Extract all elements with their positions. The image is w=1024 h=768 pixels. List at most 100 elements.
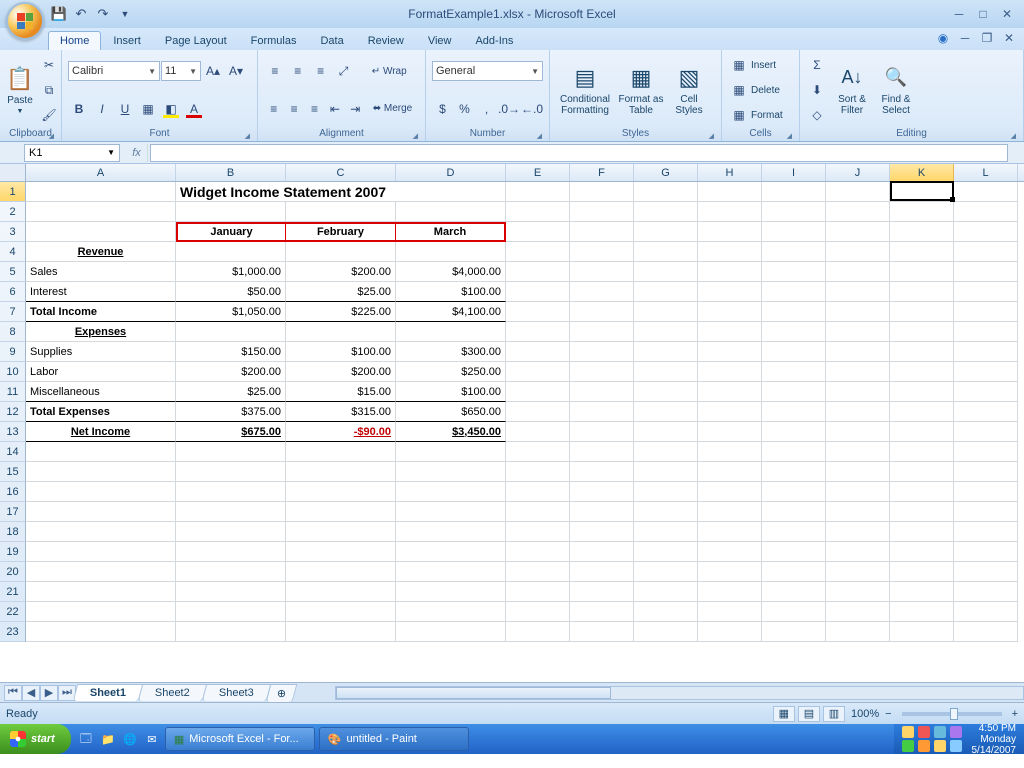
- cell[interactable]: [890, 282, 954, 302]
- view-normal-icon[interactable]: ▦: [773, 706, 795, 722]
- cell[interactable]: [570, 262, 634, 282]
- cell[interactable]: [762, 402, 826, 422]
- autosum-icon[interactable]: Σ: [806, 55, 828, 75]
- start-button[interactable]: start: [0, 724, 71, 754]
- col-header-E[interactable]: E: [506, 164, 570, 181]
- cell[interactable]: [890, 342, 954, 362]
- row-header-23[interactable]: 23: [0, 622, 26, 642]
- cell[interactable]: [954, 422, 1018, 442]
- cell[interactable]: [634, 342, 698, 362]
- cell-total-income-label[interactable]: Total Income: [26, 302, 176, 322]
- cell[interactable]: [890, 182, 954, 202]
- cell[interactable]: [570, 202, 634, 222]
- cell[interactable]: [506, 522, 570, 542]
- cell[interactable]: [954, 182, 1018, 202]
- cell[interactable]: [506, 362, 570, 382]
- taskbar-item-paint[interactable]: 🎨untitled - Paint: [319, 727, 469, 751]
- cell[interactable]: [826, 242, 890, 262]
- cell[interactable]: [26, 522, 176, 542]
- cell-sales-jan[interactable]: $1,000.00: [176, 262, 286, 282]
- cell[interactable]: [570, 582, 634, 602]
- zoom-slider[interactable]: [902, 712, 1002, 716]
- cell[interactable]: [570, 482, 634, 502]
- cell[interactable]: [698, 582, 762, 602]
- cell[interactable]: [698, 342, 762, 362]
- fill-color-button[interactable]: ◧: [160, 99, 182, 119]
- cell[interactable]: [634, 302, 698, 322]
- cell[interactable]: [762, 282, 826, 302]
- align-middle-icon[interactable]: ≡: [287, 61, 309, 81]
- row-header-1[interactable]: 1: [0, 182, 26, 202]
- col-header-B[interactable]: B: [176, 164, 286, 181]
- cell[interactable]: [570, 222, 634, 242]
- cell[interactable]: [176, 322, 286, 342]
- insert-cells-label[interactable]: Insert: [751, 60, 776, 71]
- qat-dropdown-icon[interactable]: ▼: [116, 5, 134, 23]
- cell[interactable]: [396, 242, 506, 262]
- cell[interactable]: [890, 602, 954, 622]
- cell-interest-feb[interactable]: $25.00: [286, 282, 396, 302]
- col-header-G[interactable]: G: [634, 164, 698, 181]
- sheet-tab-1[interactable]: Sheet1: [73, 684, 144, 701]
- cell[interactable]: [826, 622, 890, 642]
- col-header-K[interactable]: K: [890, 164, 954, 181]
- font-color-button[interactable]: A: [183, 99, 205, 119]
- insert-cells-icon[interactable]: ▦: [728, 55, 750, 75]
- cell[interactable]: [762, 322, 826, 342]
- cell[interactable]: [506, 242, 570, 262]
- cell-misc-feb[interactable]: $15.00: [286, 382, 396, 402]
- cell[interactable]: [506, 602, 570, 622]
- tab-review[interactable]: Review: [356, 31, 416, 50]
- view-page-break-icon[interactable]: ▥: [823, 706, 845, 722]
- cell[interactable]: [954, 522, 1018, 542]
- cell[interactable]: [762, 442, 826, 462]
- mail-icon[interactable]: ✉: [143, 730, 161, 748]
- cell[interactable]: [570, 522, 634, 542]
- row-header-6[interactable]: 6: [0, 282, 26, 302]
- cell-supplies-jan[interactable]: $150.00: [176, 342, 286, 362]
- row-header-14[interactable]: 14: [0, 442, 26, 462]
- cell[interactable]: [954, 362, 1018, 382]
- tab-formulas[interactable]: Formulas: [239, 31, 309, 50]
- cell[interactable]: [570, 402, 634, 422]
- cell[interactable]: [176, 442, 286, 462]
- row-header-13[interactable]: 13: [0, 422, 26, 442]
- view-page-layout-icon[interactable]: ▤: [798, 706, 820, 722]
- cell[interactable]: [826, 442, 890, 462]
- cell[interactable]: [396, 462, 506, 482]
- format-cells-icon[interactable]: ▦: [728, 105, 750, 125]
- cell[interactable]: [890, 582, 954, 602]
- cell[interactable]: [176, 482, 286, 502]
- cell[interactable]: [890, 482, 954, 502]
- cell[interactable]: [286, 502, 396, 522]
- cell-revenue-header[interactable]: Revenue: [26, 242, 176, 262]
- format-painter-icon[interactable]: 🖌: [38, 105, 60, 125]
- cell[interactable]: [826, 462, 890, 482]
- conditional-formatting-button[interactable]: ▤Conditional Formatting: [554, 53, 616, 127]
- cell[interactable]: [286, 242, 396, 262]
- cell[interactable]: [890, 222, 954, 242]
- cell[interactable]: [698, 282, 762, 302]
- sheet-tab-2[interactable]: Sheet2: [138, 684, 207, 701]
- cell[interactable]: [506, 262, 570, 282]
- comma-format-icon[interactable]: ,: [476, 99, 497, 119]
- cell[interactable]: [826, 342, 890, 362]
- increase-decimal-icon[interactable]: .0→: [498, 99, 520, 119]
- cell[interactable]: [826, 262, 890, 282]
- cell[interactable]: [698, 402, 762, 422]
- cell[interactable]: [698, 542, 762, 562]
- cell[interactable]: [506, 342, 570, 362]
- cell[interactable]: [698, 242, 762, 262]
- bold-button[interactable]: B: [68, 99, 90, 119]
- cell[interactable]: [396, 542, 506, 562]
- cell[interactable]: [698, 202, 762, 222]
- row-header-8[interactable]: 8: [0, 322, 26, 342]
- cell[interactable]: [506, 322, 570, 342]
- zoom-out-icon[interactable]: −: [885, 708, 891, 720]
- cell[interactable]: [570, 502, 634, 522]
- tab-page-layout[interactable]: Page Layout: [153, 31, 239, 50]
- cell[interactable]: [26, 462, 176, 482]
- cell[interactable]: [506, 442, 570, 462]
- cell[interactable]: [826, 222, 890, 242]
- cell[interactable]: [826, 322, 890, 342]
